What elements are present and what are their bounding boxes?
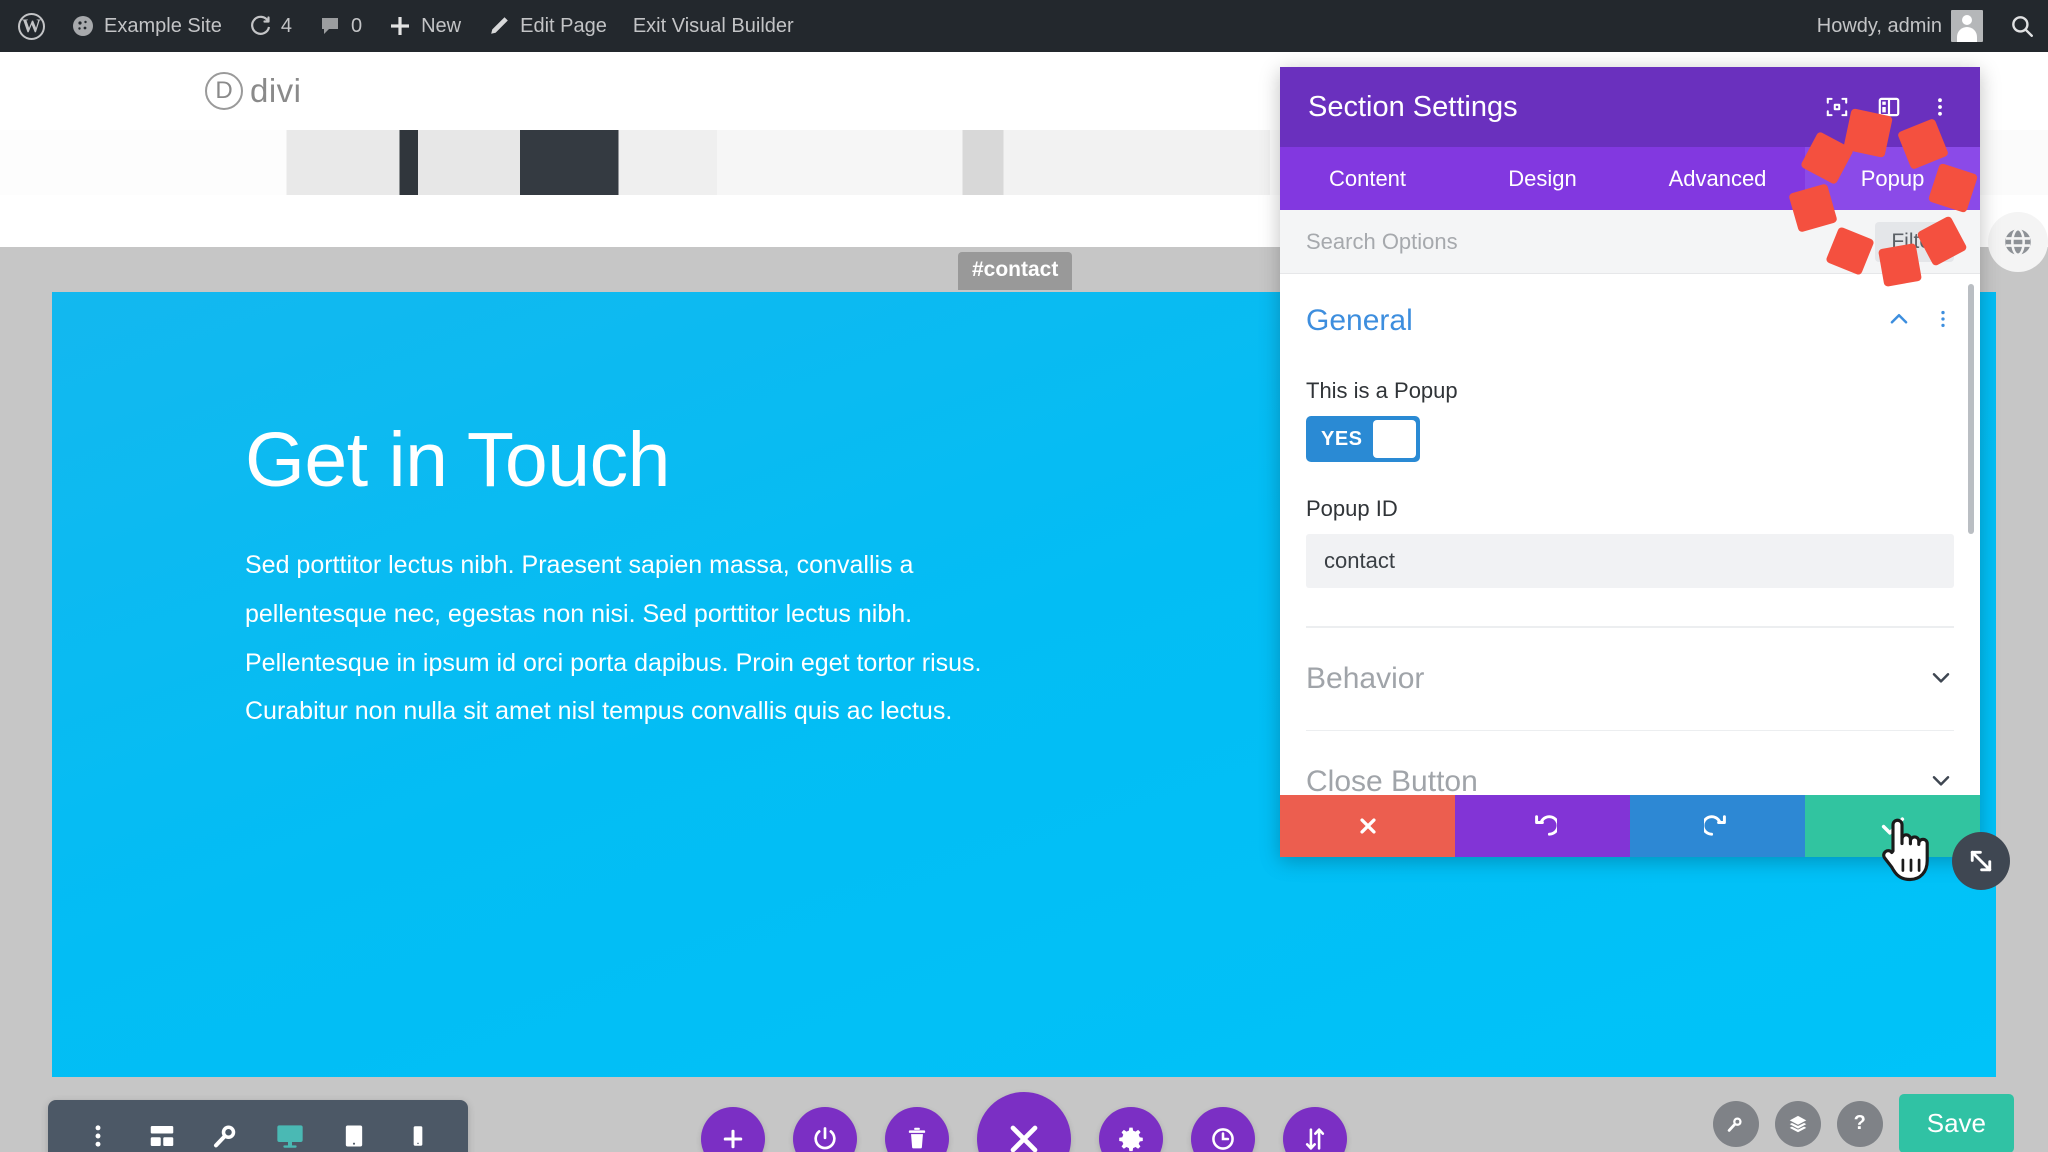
adminbar-wordpress-logo[interactable]: W bbox=[0, 0, 58, 52]
adminbar-site-name[interactable]: Example Site bbox=[58, 0, 235, 52]
popup-id-input[interactable] bbox=[1306, 534, 1954, 588]
tablet-view-icon[interactable] bbox=[322, 1100, 386, 1152]
wireframe-view-icon[interactable] bbox=[130, 1100, 194, 1152]
adminbar-howdy[interactable]: Howdy, admin bbox=[1804, 0, 1996, 52]
search-icon bbox=[2009, 13, 2035, 39]
zoom-out-view-icon[interactable] bbox=[194, 1100, 258, 1152]
exit-builder-label: Exit Visual Builder bbox=[632, 14, 794, 37]
accordion-general: General This is a Popup YES Popup ID con… bbox=[1306, 274, 1954, 628]
modal-body: General This is a Popup YES Popup ID con… bbox=[1280, 274, 1980, 795]
adminbar-comments[interactable]: 0 bbox=[305, 0, 375, 52]
comments-count: 0 bbox=[350, 14, 363, 37]
section-text-column: Get in Touch Sed porttitor lectus nibh. … bbox=[245, 422, 1035, 1077]
adminbar-new[interactable]: New bbox=[375, 0, 474, 52]
divi-mark-icon: D bbox=[205, 72, 243, 110]
howdy-label: Howdy, admin bbox=[1816, 14, 1942, 37]
accordion-close-button-title: Close Button bbox=[1306, 765, 1478, 795]
general-divider bbox=[1306, 626, 1954, 627]
chevron-down-icon[interactable] bbox=[1928, 664, 1954, 695]
comment-icon bbox=[318, 14, 342, 38]
tab-design[interactable]: Design bbox=[1455, 147, 1630, 210]
accordion-close-button: Close Button bbox=[1306, 731, 1954, 795]
divi-wordmark: divi bbox=[250, 72, 302, 109]
focus-target-icon[interactable] bbox=[1824, 94, 1850, 120]
accordion-behavior-header[interactable]: Behavior bbox=[1306, 628, 1954, 730]
more-vertical-icon[interactable] bbox=[1928, 95, 1952, 119]
accordion-behavior: Behavior bbox=[1306, 628, 1954, 731]
desktop-view-icon[interactable] bbox=[258, 1100, 322, 1152]
modal-header[interactable]: Section Settings bbox=[1280, 67, 1980, 147]
hero-body-text: Sed porttitor lectus nibh. Praesent sapi… bbox=[245, 551, 982, 726]
new-label: New bbox=[421, 14, 462, 37]
modal-scroll-area: General This is a Popup YES Popup ID con… bbox=[1280, 274, 1980, 795]
chevron-down-icon[interactable] bbox=[1928, 767, 1954, 796]
section-settings-modal: Section Settings Content Design Advanced… bbox=[1280, 67, 2010, 890]
this-is-a-popup-label: This is a Popup bbox=[1306, 378, 1458, 403]
wordpress-logo-icon: W bbox=[18, 12, 45, 40]
toggle-value-label: YES bbox=[1321, 427, 1363, 450]
search-icon[interactable] bbox=[1712, 1100, 1759, 1147]
mouse-cursor bbox=[1875, 812, 1935, 884]
adminbar-exit-visual-builder[interactable]: Exit Visual Builder bbox=[620, 0, 807, 52]
builder-right-toolbar: ? Save bbox=[1712, 1094, 2014, 1152]
discard-changes-button[interactable] bbox=[1280, 795, 1455, 857]
popup-id-label: Popup ID bbox=[1306, 496, 1398, 521]
more-options-icon[interactable] bbox=[66, 1100, 130, 1152]
save-button[interactable]: Save bbox=[1898, 1094, 2014, 1152]
layout-panel-icon[interactable] bbox=[1876, 94, 1902, 120]
accordion-behavior-title: Behavior bbox=[1306, 662, 1425, 695]
pencil-icon bbox=[487, 14, 511, 38]
divi-logo[interactable]: D divi bbox=[205, 72, 302, 110]
wp-admin-bar: W Example Site 4 0 New Edit Page Exit Vi… bbox=[0, 0, 2048, 52]
site-name-label: Example Site bbox=[104, 14, 222, 37]
phone-view-icon[interactable] bbox=[386, 1100, 450, 1152]
search-input[interactable] bbox=[1306, 228, 1876, 255]
accordion-close-button-header[interactable]: Close Button bbox=[1306, 731, 1954, 795]
tab-popup[interactable]: Popup bbox=[1805, 147, 1980, 210]
section-anchor-badge: #contact bbox=[958, 252, 1073, 290]
toggle-knob bbox=[1372, 420, 1416, 458]
page-title: Get in Touch bbox=[245, 417, 670, 503]
modal-tab-bar: Content Design Advanced Popup bbox=[1280, 147, 1980, 210]
updates-icon bbox=[248, 14, 272, 38]
modal-scrollbar[interactable] bbox=[1968, 284, 1974, 534]
undo-button[interactable] bbox=[1455, 795, 1630, 857]
accordion-general-header[interactable]: General bbox=[1306, 274, 1954, 356]
accordion-general-title: General bbox=[1306, 304, 1413, 337]
view-mode-toolbar bbox=[48, 1100, 468, 1152]
modal-title: Section Settings bbox=[1308, 90, 1518, 123]
redo-button[interactable] bbox=[1630, 795, 1805, 857]
tab-advanced[interactable]: Advanced bbox=[1630, 147, 1805, 210]
updates-count: 4 bbox=[280, 14, 292, 37]
edit-page-label: Edit Page bbox=[520, 14, 607, 37]
dashboard-icon bbox=[71, 14, 95, 38]
this-is-a-popup-toggle[interactable]: YES bbox=[1306, 416, 1420, 462]
adminbar-search[interactable] bbox=[1996, 0, 2048, 52]
avatar bbox=[1951, 10, 1983, 42]
adminbar-updates[interactable]: 4 bbox=[235, 0, 305, 52]
layers-icon[interactable] bbox=[1774, 1100, 1821, 1147]
search-options-row: Filter bbox=[1280, 210, 1980, 274]
globe-icon[interactable] bbox=[1988, 212, 2048, 272]
chevron-up-icon[interactable] bbox=[1886, 306, 1912, 337]
accordion-general-menu-icon[interactable] bbox=[1932, 308, 1954, 335]
help-icon[interactable]: ? bbox=[1836, 1100, 1883, 1147]
plus-icon bbox=[388, 14, 412, 38]
adminbar-edit-page[interactable]: Edit Page bbox=[474, 0, 620, 52]
filter-button[interactable]: Filter bbox=[1875, 221, 1954, 262]
resize-handle-icon[interactable] bbox=[1952, 832, 2010, 890]
tab-content[interactable]: Content bbox=[1280, 147, 1455, 210]
